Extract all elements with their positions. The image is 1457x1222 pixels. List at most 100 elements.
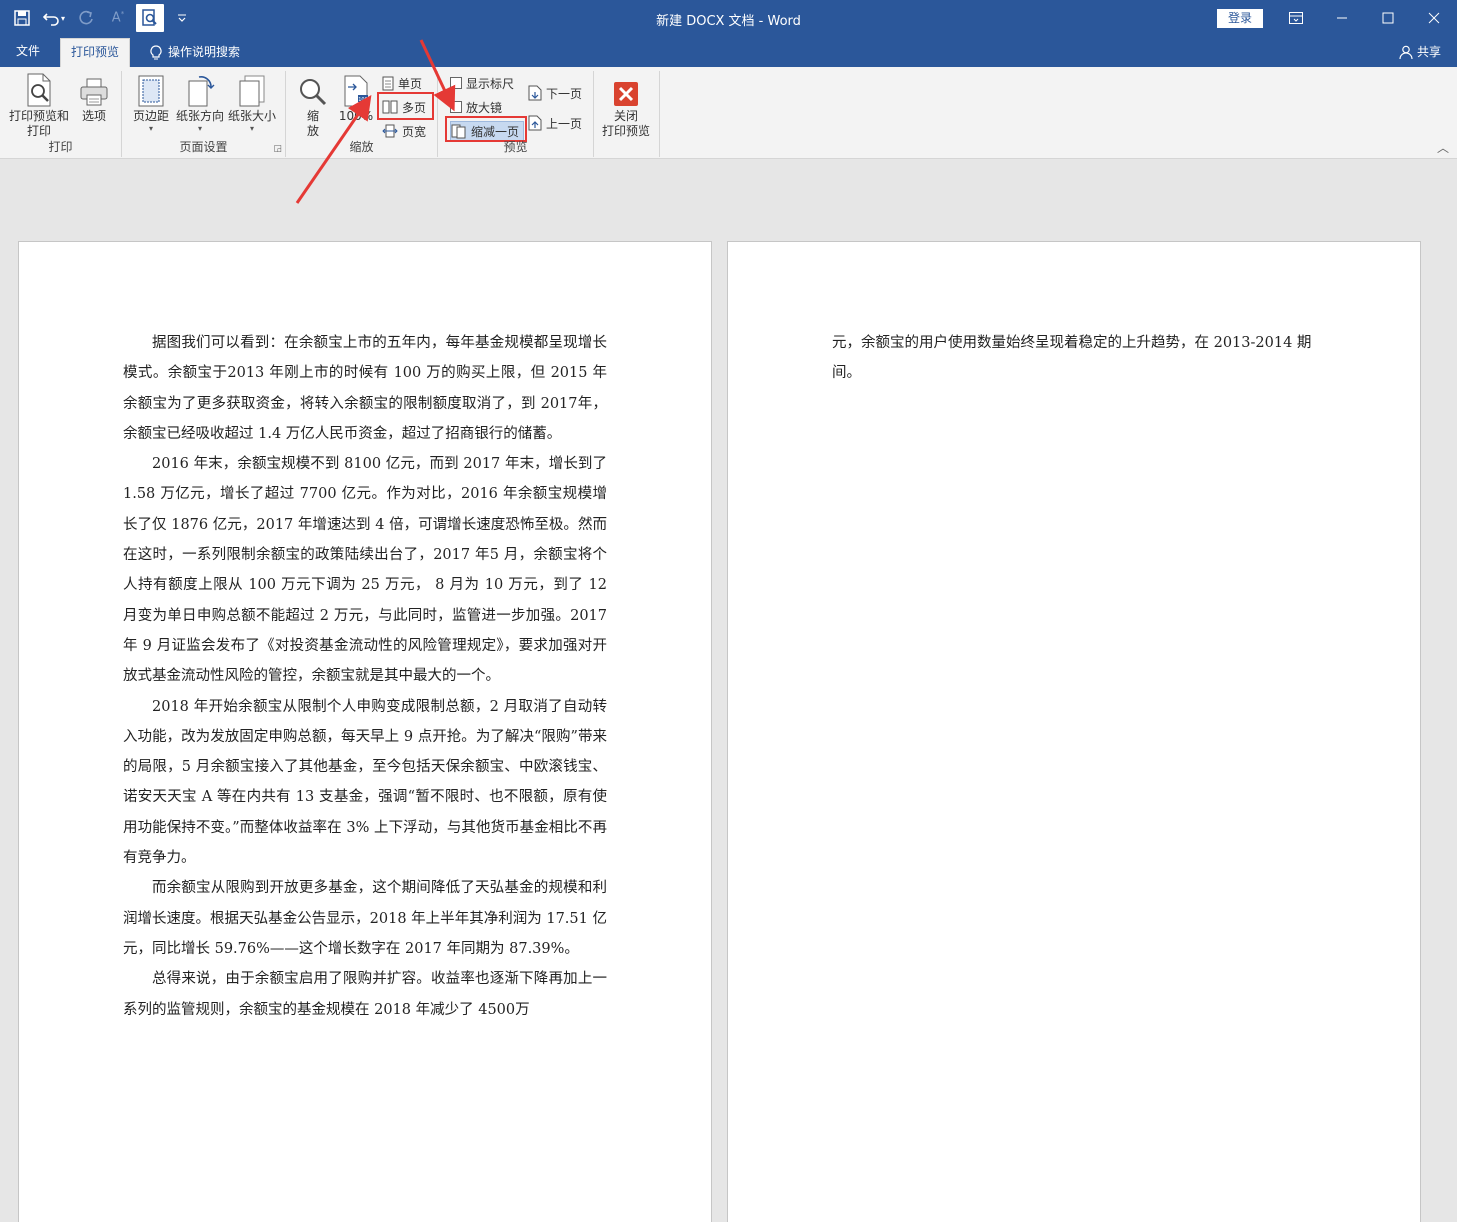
save-icon: [14, 10, 30, 26]
undo-icon: [42, 13, 59, 26]
print-group: 打印预览和 打印 选项 打印: [0, 71, 122, 157]
hundred-percent-button[interactable]: 100 100%: [338, 73, 374, 124]
print-group-label: 打印: [48, 140, 73, 154]
magnifier-checkbox[interactable]: 放大镜: [450, 97, 502, 117]
zoom-group: 缩 放 100 100% 单页 多页 页宽 缩放: [286, 71, 438, 157]
one-page-label: 单页: [398, 76, 423, 91]
collapse-ribbon-icon[interactable]: ︿: [1437, 139, 1449, 156]
close-preview-group: 关闭 打印预览: [594, 71, 660, 157]
paper-size-icon: [239, 75, 265, 107]
save-button[interactable]: [8, 4, 36, 32]
multiple-pages-highlight: [377, 92, 434, 120]
paragraph: 据图我们可以看到：在余额宝上市的五年内，每年基金规模都呈现增长模式。余额宝于20…: [123, 335, 607, 442]
print-preview-and-print-label-2: 打印: [26, 124, 51, 138]
font-size-button[interactable]: A*: [104, 4, 132, 32]
customize-qat-button[interactable]: [168, 4, 196, 32]
print-preview-and-print-button[interactable]: 打印预览和 打印: [6, 73, 72, 139]
magnifier-check-box[interactable]: [450, 101, 462, 113]
orientation-icon: [188, 76, 215, 107]
paragraph: 而余额宝从限购到开放更多基金，这个期间降低了天弘基金的规模和利润增长速度。根据天…: [123, 880, 607, 957]
previous-page-icon: [528, 115, 542, 131]
close-icon: [1428, 12, 1440, 24]
close-window-button[interactable]: [1411, 0, 1457, 36]
magnifier-icon: [300, 79, 327, 106]
previous-page-label: 上一页: [546, 116, 583, 131]
ribbon-display-icon: [1289, 12, 1303, 24]
paragraph: 2018 年开始余额宝从限制个人申购变成限制总额，2 月取消了自动转入功能，改为…: [123, 698, 607, 867]
tab-file[interactable]: 文件: [6, 38, 50, 67]
one-page-button[interactable]: 单页: [382, 73, 422, 93]
maximize-icon: [1382, 12, 1394, 24]
options-button[interactable]: 选项: [76, 73, 112, 124]
preview-page-1: 据图我们可以看到：在余额宝上市的五年内，每年基金规模都呈现增长模式。余额宝于20…: [18, 241, 712, 1222]
options-label: 选项: [81, 109, 106, 123]
zoom-group-label: 缩放: [349, 140, 374, 154]
orientation-button[interactable]: 纸张方向 ▾: [174, 73, 226, 134]
ribbon-tab-row: 文件 打印预览 操作说明搜索 共享: [0, 36, 1457, 67]
print-preview-page-icon: [27, 73, 51, 107]
next-page-label: 下一页: [546, 86, 583, 101]
previous-page-button[interactable]: 上一页: [528, 113, 582, 133]
zoom-label-1: 缩: [306, 109, 319, 123]
page-2-body: 元，余额宝的用户使用数量始终呈现着稳定的上升趋势，在 2013-2014 期间。: [832, 335, 1312, 382]
close-preview-label-1: 关闭: [613, 109, 638, 123]
share-label: 共享: [1416, 45, 1441, 59]
zoom-button[interactable]: 缩 放: [298, 73, 328, 139]
orientation-dropdown-icon: ▾: [197, 124, 202, 133]
next-page-button[interactable]: 下一页: [528, 83, 582, 103]
lightbulb-icon: [150, 44, 162, 59]
quick-access-toolbar: ▾ A*: [8, 4, 196, 32]
person-icon: [1399, 45, 1413, 59]
print-preview-icon: [142, 9, 157, 26]
minimize-button[interactable]: [1319, 0, 1365, 36]
preview-group-label: 预览: [503, 140, 528, 154]
hundred-percent-label: 100%: [338, 109, 374, 123]
page-setup-group: 页边距 ▾ 纸张方向 ▾ 纸张大小 ▾ 页面设置 ◲: [122, 71, 286, 157]
show-ruler-label: 显示标尺: [466, 76, 515, 91]
size-button[interactable]: 纸张大小 ▾: [226, 73, 278, 134]
next-page-icon: [528, 85, 542, 101]
font-size-icon: A*: [111, 10, 125, 26]
zoom-label-2: 放: [306, 124, 319, 138]
size-label: 纸张大小: [227, 109, 276, 123]
undo-button[interactable]: ▾: [40, 4, 68, 32]
show-ruler-checkbox[interactable]: 显示标尺: [450, 73, 514, 93]
margins-dropdown-icon: ▾: [148, 124, 153, 133]
close-preview-label-2: 打印预览: [601, 124, 650, 138]
preview-page-2: 元，余额宝的用户使用数量始终呈现着稳定的上升趋势，在 2013-2014 期间。: [727, 241, 1421, 1222]
printer-icon: [80, 78, 108, 106]
redo-button[interactable]: [72, 4, 100, 32]
margins-label: 页边距: [132, 109, 169, 123]
page-setup-group-label: 页面设置: [179, 140, 228, 154]
window-controls: [1273, 0, 1457, 36]
minimize-icon: [1337, 17, 1347, 19]
one-page-icon: [382, 76, 394, 90]
ribbon-display-options-button[interactable]: [1273, 0, 1319, 36]
print-preview-area: 据图我们可以看到：在余额宝上市的五年内，每年基金规模都呈现增长模式。余额宝于20…: [0, 159, 1457, 1222]
page-1-body: 据图我们可以看到：在余额宝上市的五年内，每年基金规模都呈现增长模式。余额宝于20…: [123, 328, 607, 1025]
ribbon: 打印预览和 打印 选项 打印 页边距 ▾ 纸张方向 ▾ 纸张大小 ▾ 页面设置 …: [0, 67, 1457, 159]
margins-button[interactable]: 页边距 ▾: [130, 73, 172, 134]
chevron-down-icon: [178, 14, 186, 22]
redo-icon: [79, 10, 93, 25]
title-bar: ▾ A* 新建 DOCX 文档 - Word 登录: [0, 0, 1457, 36]
tab-print-preview[interactable]: 打印预览: [60, 38, 131, 67]
tell-me-search[interactable]: 操作说明搜索: [140, 38, 250, 67]
show-ruler-check-box[interactable]: [450, 77, 462, 89]
print-preview-qat-button[interactable]: [136, 4, 164, 32]
close-print-preview-button[interactable]: 关闭 打印预览: [598, 73, 654, 139]
tell-me-label: 操作说明搜索: [168, 45, 241, 59]
maximize-button[interactable]: [1365, 0, 1411, 36]
login-button[interactable]: 登录: [1217, 9, 1263, 28]
paragraph: 总得来说，由于余额宝启用了限购并扩容。收益率也逐渐下降再加上一系列的监管规则，余…: [123, 971, 607, 1018]
svg-text:100: 100: [358, 97, 368, 103]
orientation-label: 纸张方向: [175, 109, 224, 123]
magnifier-label: 放大镜: [466, 100, 503, 115]
margins-icon: [138, 75, 164, 107]
size-dropdown-icon: ▾: [249, 124, 254, 133]
dialog-launcher-icon[interactable]: ◲: [273, 144, 282, 154]
preview-group: 显示标尺 放大镜 缩减一页 下一页 上一页 预览: [438, 71, 594, 157]
print-preview-and-print-label-1: 打印预览和: [8, 109, 69, 123]
share-button[interactable]: 共享: [1399, 43, 1441, 60]
paragraph: 2016 年末，余额宝规模不到 8100 亿元，而到 2017 年末，增长到了 …: [123, 456, 607, 685]
